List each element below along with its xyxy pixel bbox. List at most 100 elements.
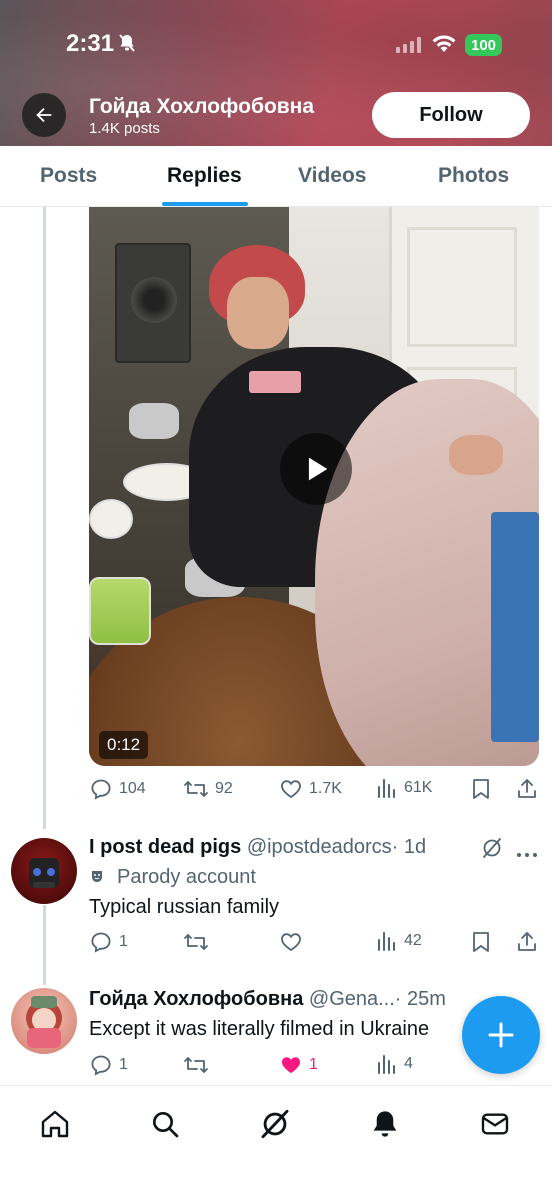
views-button[interactable]: 42 — [376, 930, 422, 952]
silent-mode-icon — [117, 33, 137, 58]
thread-connector-line — [43, 207, 46, 829]
heart-icon — [281, 780, 301, 799]
repost-button[interactable]: 92 — [183, 777, 233, 801]
repost-icon — [184, 934, 208, 950]
video-thumbnail[interactable]: 0:12 — [89, 207, 539, 766]
profile-display-name: Гойда Хохлофобовна — [89, 95, 315, 118]
nav-home[interactable] — [35, 1104, 75, 1144]
views-button[interactable]: 4 — [376, 1053, 413, 1075]
repost-icon — [184, 781, 208, 797]
share-button[interactable] — [515, 930, 539, 954]
video-duration: 0:12 — [99, 731, 149, 759]
like-count: 1 — [309, 1056, 318, 1073]
views-icon — [378, 1055, 395, 1074]
profile-tabs: Posts Replies Videos Photos — [0, 146, 552, 207]
bookmark-icon — [473, 932, 489, 952]
repost-icon — [184, 1057, 208, 1073]
grok-icon[interactable] — [480, 836, 504, 865]
more-options-icon[interactable] — [516, 845, 538, 863]
video-scene-shirt-logo — [249, 371, 301, 393]
bookmark-button[interactable] — [470, 930, 492, 954]
follow-button[interactable]: Follow — [372, 92, 530, 138]
reply-button[interactable]: 1 — [89, 930, 128, 954]
repost-count: 92 — [215, 780, 233, 797]
active-tab-indicator — [162, 202, 248, 206]
profile-header: 2:31 100 Гойда Хохлофобовна 1.4K posts F… — [0, 0, 552, 146]
video-scene-hand — [449, 435, 503, 475]
play-button[interactable] — [280, 433, 352, 505]
compose-button[interactable] — [462, 996, 540, 1074]
play-icon — [308, 457, 328, 481]
author-name[interactable]: I post dead pigs — [89, 836, 241, 858]
tweet-timestamp[interactable]: · 25m — [395, 988, 446, 1010]
profile-post-count: 1.4K posts — [89, 120, 160, 137]
heart-icon — [281, 933, 301, 952]
tab-replies[interactable]: Replies — [167, 164, 242, 188]
home-icon — [41, 1110, 69, 1138]
status-time: 2:31 — [66, 30, 115, 57]
plus-icon — [488, 1022, 514, 1048]
share-icon — [518, 779, 536, 798]
nav-search[interactable] — [145, 1104, 185, 1144]
messages-icon — [481, 1113, 509, 1135]
like-button[interactable] — [279, 930, 309, 954]
thread-connector-line — [43, 905, 46, 985]
author-name[interactable]: Гойда Хохлофобовна — [89, 988, 303, 1010]
status-bar: 2:31 100 — [0, 0, 552, 90]
tab-posts[interactable]: Posts — [40, 164, 97, 188]
video-scene-plate — [89, 499, 133, 539]
author-handle[interactable]: @ipostdeadorcs — [247, 836, 392, 858]
tweet-text: Except it was literally filmed in Ukrain… — [89, 1018, 430, 1040]
like-button[interactable]: 1.7K — [279, 777, 342, 801]
nav-messages[interactable] — [475, 1104, 515, 1144]
search-icon — [153, 1112, 179, 1138]
grok-icon — [261, 1109, 289, 1139]
notifications-icon — [373, 1111, 397, 1137]
view-count: 4 — [404, 1055, 413, 1072]
nav-notifications[interactable] — [365, 1104, 405, 1144]
reply-count: 1 — [119, 933, 128, 950]
view-count: 61K — [404, 779, 433, 796]
cellular-signal-icon — [396, 37, 422, 58]
post-action-bar: 104 92 1.7K 61K — [89, 777, 541, 807]
tweet-text: Typical russian family — [89, 896, 280, 918]
avatar[interactable] — [11, 988, 77, 1054]
share-icon — [518, 932, 536, 951]
back-arrow-icon — [36, 107, 52, 123]
reply-count: 1 — [119, 1056, 128, 1073]
nav-grok[interactable] — [255, 1104, 295, 1144]
video-scene-jar — [89, 577, 151, 645]
reply-button[interactable]: 1 — [89, 1053, 128, 1077]
views-icon — [378, 779, 395, 798]
video-scene-chair — [491, 512, 539, 742]
avatar[interactable] — [11, 838, 77, 904]
tweet-header: I post dead pigs @ipostdeadorcs· 1d — [89, 836, 426, 859]
wifi-icon — [431, 34, 457, 59]
bottom-navigation — [0, 1085, 552, 1200]
reply-icon — [91, 932, 111, 953]
theater-masks-icon — [92, 870, 102, 882]
reply-button[interactable]: 104 — [89, 777, 146, 801]
video-scene-door-panel — [407, 227, 517, 347]
tweet-timestamp[interactable]: · 1d — [392, 836, 426, 858]
reply-icon — [91, 1055, 111, 1076]
like-button[interactable]: 1 — [279, 1053, 318, 1077]
bookmark-button[interactable] — [470, 777, 492, 801]
battery-indicator: 100 — [465, 34, 502, 56]
repost-button[interactable] — [183, 1053, 215, 1077]
author-handle[interactable]: @Gena... — [309, 988, 395, 1010]
video-scene-speaker — [115, 243, 191, 363]
views-button[interactable]: 61K — [376, 777, 432, 799]
tab-videos[interactable]: Videos — [298, 164, 366, 188]
tab-photos[interactable]: Photos — [438, 164, 509, 188]
video-scene-foil — [129, 403, 179, 439]
post-action-bar: 1 42 — [89, 930, 541, 960]
reply-count: 104 — [119, 780, 146, 797]
bookmark-icon — [473, 779, 489, 799]
back-button[interactable] — [22, 93, 66, 137]
tweet-header: Гойда Хохлофобовна @Gena...· 25m — [89, 988, 446, 1011]
reply-icon — [91, 779, 111, 800]
repost-button[interactable] — [183, 930, 215, 954]
share-button[interactable] — [515, 777, 539, 801]
like-count: 1.7K — [309, 780, 342, 797]
